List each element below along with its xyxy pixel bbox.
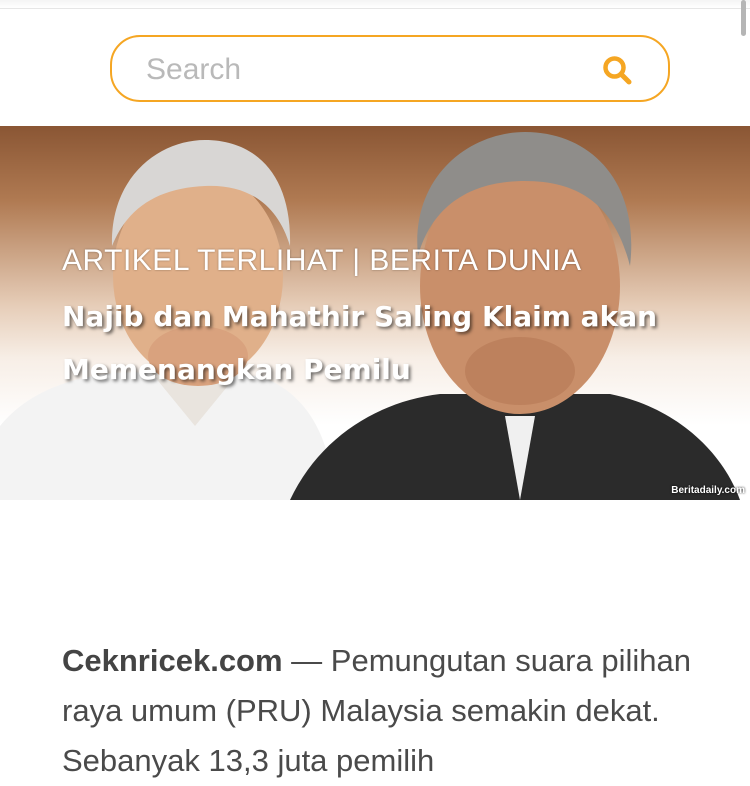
top-divider: [0, 0, 750, 9]
article-headline[interactable]: Najib dan Mahathir Saling Klaim akan Mem…: [62, 290, 682, 396]
image-credit: Beritadaily.com: [671, 485, 745, 496]
search-icon[interactable]: [602, 55, 632, 85]
search-input[interactable]: [146, 53, 586, 87]
article-body: Ceknricek.com — Pemungutan suara pilihan…: [62, 636, 702, 786]
featured-article-card[interactable]: ARTIKEL TERLIHAT | BERITA DUNIA Najib da…: [0, 126, 750, 500]
article-source[interactable]: Ceknricek.com: [62, 643, 283, 678]
search-bar[interactable]: [110, 35, 670, 102]
article-category[interactable]: ARTIKEL TERLIHAT | BERITA DUNIA: [62, 244, 582, 278]
scrollbar[interactable]: [741, 0, 746, 36]
